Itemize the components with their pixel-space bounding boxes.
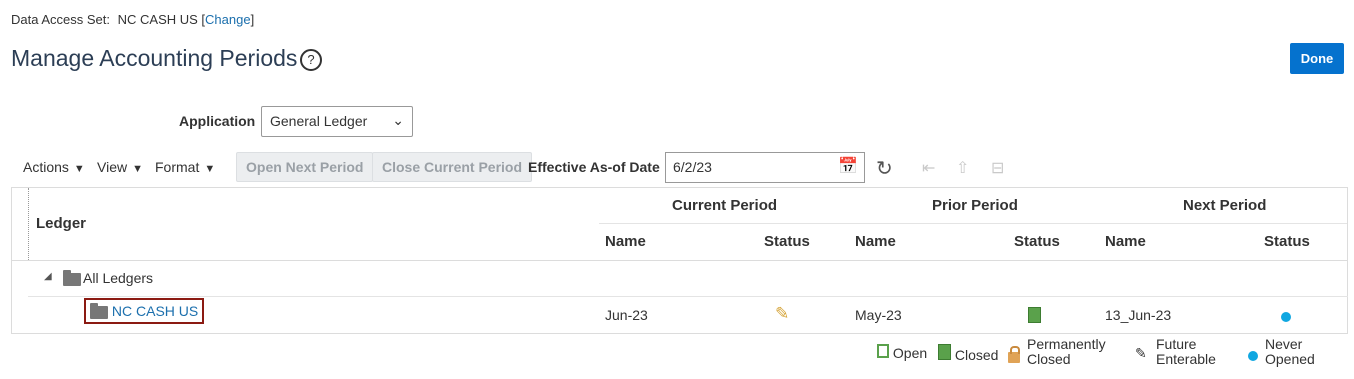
legend-never-opened: Never Opened (1265, 337, 1315, 367)
ledger-header[interactable]: Ledger (36, 215, 86, 232)
closed-icon (938, 344, 951, 360)
refresh-icon[interactable]: ↻ (876, 156, 893, 181)
actions-menu[interactable]: Actions ▼ (23, 159, 85, 175)
collapse-triangle-icon[interactable]: ◢ (44, 271, 52, 282)
prior-period-name: May-23 (855, 307, 902, 323)
all-ledgers-label: All Ledgers (83, 270, 154, 286)
prior-status-header[interactable]: Status (1014, 233, 1060, 250)
current-period-header: Current Period (672, 197, 778, 214)
next-period-header: Next Period (1183, 197, 1267, 214)
legend-closed-label: Closed (954, 347, 999, 363)
ledger-link-wrapper[interactable]: NC CASH US (84, 298, 205, 324)
legend-permanently-closed-icon-wrap (1008, 346, 1020, 366)
current-period-name: Jun-23 (605, 307, 648, 323)
next-status-header[interactable]: Status (1264, 233, 1310, 250)
header-separator (599, 223, 1347, 224)
legend-never-label-1: Never (1265, 336, 1303, 352)
data-access-label: Data Access Set: (11, 12, 110, 27)
open-next-period-button[interactable]: Open Next Period (236, 152, 374, 182)
folder-icon (90, 302, 108, 319)
legend-closed: Closed (938, 344, 998, 363)
legend-permanently-closed: Permanently Closed (1027, 337, 1106, 367)
effective-date-input[interactable]: 6/2/23 (665, 152, 865, 183)
help-icon[interactable]: ? (300, 49, 322, 71)
chevron-down-icon: ⌄ (392, 112, 404, 128)
legend-open-label: Open (892, 345, 928, 361)
actions-label: Actions (23, 159, 69, 175)
legend-perm-label-2: Closed (1027, 351, 1071, 367)
table-row[interactable]: ◢ All Ledgers (28, 260, 1348, 297)
data-access-value: NC CASH US (117, 12, 198, 27)
legend-open: Open (877, 344, 927, 361)
caret-down-icon: ▼ (73, 163, 85, 175)
application-label: Application (179, 113, 256, 129)
caret-down-icon: ▼ (132, 163, 143, 175)
view-menu[interactable]: View ▼ (97, 159, 143, 175)
lock-icon (1008, 346, 1020, 363)
close-current-period-button[interactable]: Close Current Period (372, 152, 533, 182)
periods-table: Ledger Current Period Prior Period Next … (11, 187, 1348, 334)
hierarchy-icon[interactable]: ⊟ (991, 158, 1004, 178)
page-title: Manage Accounting Periods (11, 45, 298, 71)
legend-perm-label-1: Permanently (1027, 336, 1106, 352)
expand-all-icon[interactable]: ⇤ (922, 158, 935, 178)
application-select[interactable]: General Ledger ⌄ (261, 106, 413, 137)
table-row[interactable]: NC CASH US Jun-23 ✎ May-23 13_Jun-23 (28, 296, 1348, 333)
open-icon (877, 344, 889, 358)
current-status-header[interactable]: Status (764, 233, 810, 250)
pencil-icon: ✎ (1135, 345, 1147, 361)
future-enterable-icon: ✎ (775, 304, 790, 323)
legend-future-enterable: Future Enterable (1156, 337, 1216, 367)
caret-down-icon: ▼ (204, 163, 216, 175)
folder-icon (63, 269, 81, 286)
prior-period-header: Prior Period (932, 197, 1018, 214)
data-access-set: Data Access Set: NC CASH US [Change] (11, 12, 255, 27)
legend-future-label-1: Future (1156, 336, 1197, 352)
change-link[interactable]: Change (205, 12, 251, 27)
current-name-header[interactable]: Name (605, 233, 646, 250)
done-button[interactable]: Done (1290, 43, 1344, 74)
legend-never-label-2: Opened (1265, 351, 1315, 367)
column-gripper[interactable] (12, 188, 29, 260)
view-label: View (97, 159, 128, 175)
application-selected-value: General Ledger (270, 113, 368, 129)
legend-future-label-2: Enterable (1156, 351, 1216, 367)
format-label: Format (155, 159, 200, 175)
format-menu[interactable]: Format ▼ (155, 159, 215, 175)
closed-icon (1028, 307, 1041, 326)
prior-name-header[interactable]: Name (855, 233, 896, 250)
never-opened-icon (1281, 309, 1291, 325)
calendar-icon[interactable]: 📅 (838, 156, 858, 176)
next-name-header[interactable]: Name (1105, 233, 1146, 250)
ledger-link[interactable]: NC CASH US (112, 303, 198, 319)
never-opened-legend-icon (1248, 348, 1258, 364)
effective-date-label: Effective As-of Date (528, 159, 660, 175)
collapse-all-icon[interactable]: ⇧ (956, 158, 969, 178)
next-period-name: 13_Jun-23 (1105, 307, 1172, 323)
